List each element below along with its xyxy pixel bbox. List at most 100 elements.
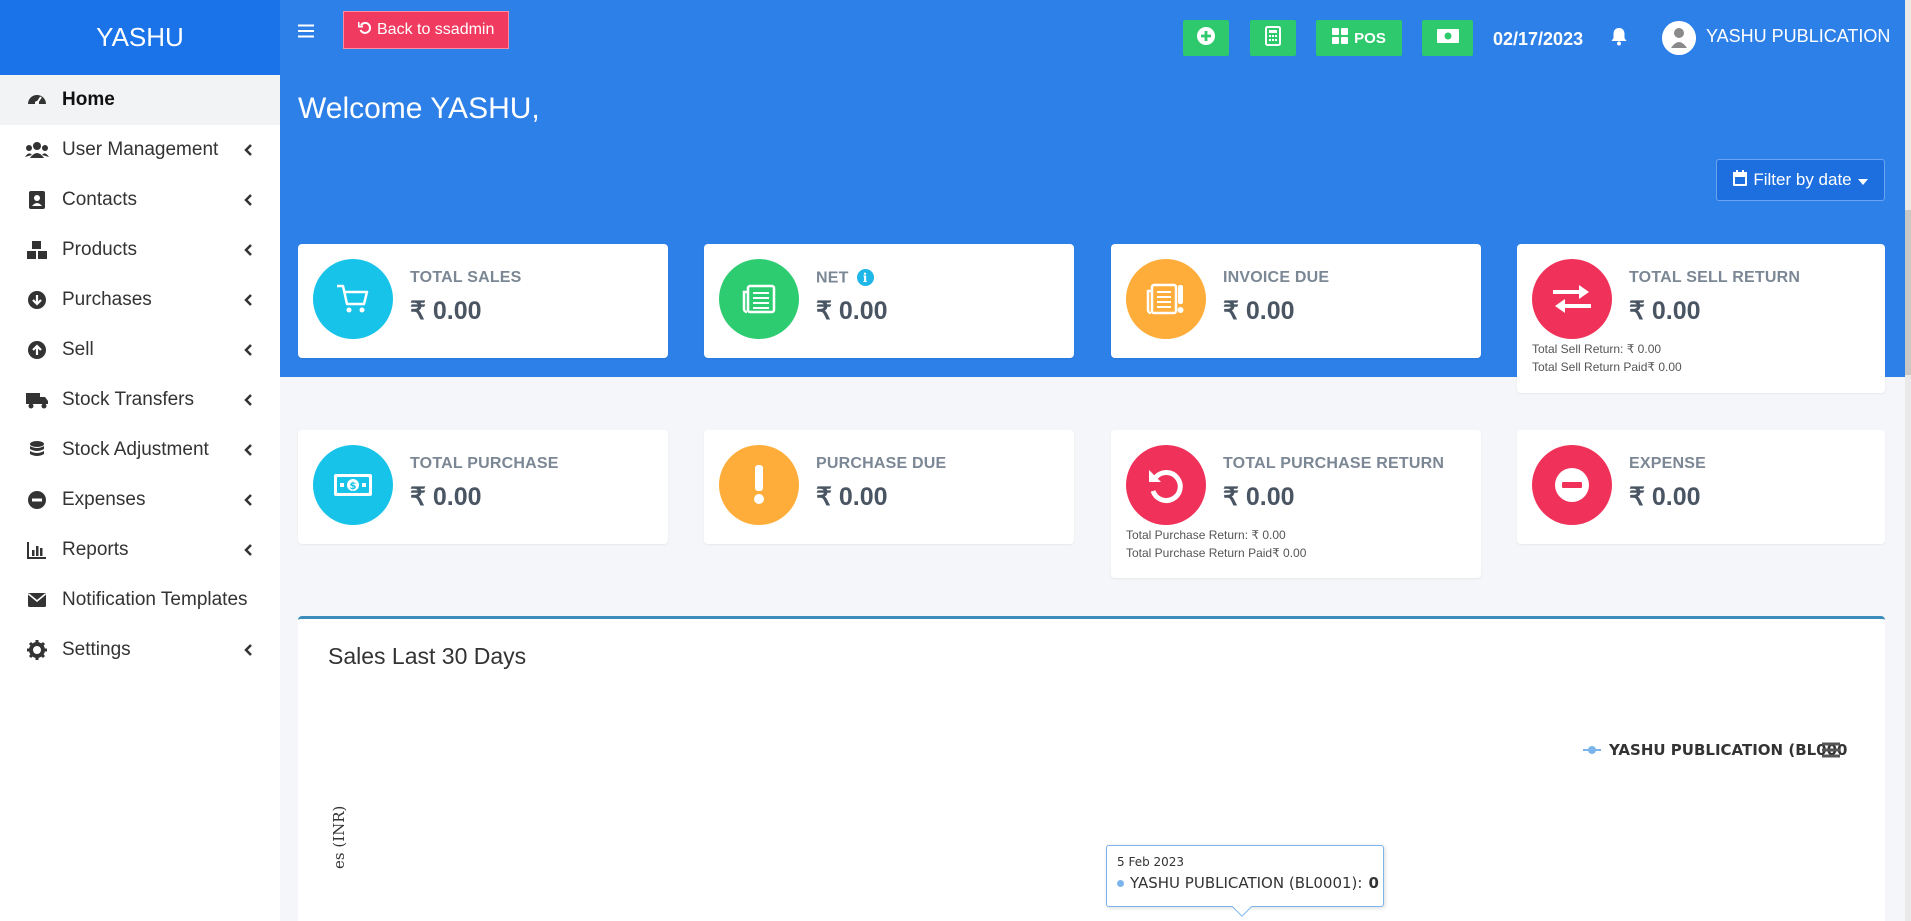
chevron-left-icon — [242, 494, 254, 506]
sidebar-item-label: Products — [62, 239, 137, 260]
minus-circle-icon — [24, 487, 50, 513]
card-value: ₹ 0.00 — [410, 483, 482, 511]
card-value: ₹ 0.00 — [1223, 297, 1295, 325]
chevron-left-icon — [242, 294, 254, 306]
card-label: EXPENSE — [1629, 455, 1706, 472]
exchange-icon — [1532, 259, 1612, 339]
sidebar-item-notification-templates[interactable]: Notification Templates — [0, 575, 280, 625]
card-label: TOTAL PURCHASE RETURN — [1223, 455, 1445, 472]
chart-menu-icon[interactable] — [1820, 741, 1842, 759]
add-button[interactable] — [1183, 20, 1229, 56]
sidebar-item-user-management[interactable]: User Management — [0, 125, 280, 175]
sales-chart-panel: Sales Last 30 Days YASHU PUBLICATION (BL… — [298, 616, 1885, 921]
users-icon — [24, 137, 50, 163]
sidebar-menu: Home User Management Contacts Products P… — [0, 75, 280, 675]
sidebar-item-label: Purchases — [62, 289, 152, 310]
card-label: PURCHASE DUE — [816, 455, 947, 472]
gear-icon — [24, 637, 50, 663]
card-value: ₹ 0.00 — [1629, 483, 1701, 511]
sidebar-item-label: Notification Templates — [62, 589, 248, 610]
scrollbar-thumb[interactable] — [1905, 210, 1911, 375]
purchase-return-note: Total Purchase Return: ₹ 0.00 — [1126, 528, 1286, 542]
sidebar-item-home[interactable]: Home — [0, 75, 280, 125]
chart-tooltip: 5 Feb 2023 YASHU PUBLICATION (BL0001): 0 — [1106, 845, 1384, 917]
y-axis-label: es (INR) — [330, 805, 348, 869]
sidebar-item-stock-adjustment[interactable]: Stock Adjustment — [0, 425, 280, 475]
series-dot-icon — [1117, 879, 1124, 887]
card-value: ₹ 0.00 — [816, 297, 888, 325]
current-date: 02/17/2023 — [1493, 29, 1584, 49]
purchase-return-paid-note: Total Purchase Return Paid₹ 0.00 — [1126, 546, 1307, 560]
total-sales-card: TOTAL SALES ₹ 0.00 — [298, 244, 668, 358]
sidebar-item-stock-transfers[interactable]: Stock Transfers — [0, 375, 280, 425]
chevron-left-icon — [242, 544, 254, 556]
sidebar-item-label: Stock Adjustment — [62, 439, 209, 460]
chevron-left-icon — [242, 444, 254, 456]
user-name[interactable]: YASHU PUBLICATION — [1706, 26, 1890, 47]
chevron-left-icon — [242, 144, 254, 156]
sidebar-item-label: Home — [62, 89, 115, 110]
legend-marker-icon — [1583, 741, 1601, 759]
sidebar-item-label: Expenses — [62, 489, 146, 510]
undo-icon — [357, 21, 372, 40]
card-label: NET i — [816, 269, 874, 288]
arrow-circle-up-icon — [24, 337, 50, 363]
sidebar-item-purchases[interactable]: Purchases — [0, 275, 280, 325]
arrow-circle-down-icon — [24, 287, 50, 313]
avatar[interactable] — [1662, 21, 1696, 55]
cash-register-button[interactable] — [1422, 20, 1473, 56]
tachometer-icon — [24, 87, 50, 113]
cubes-icon — [24, 237, 50, 263]
back-button-label: Back to ssadmin — [377, 21, 495, 38]
sell-return-note: Total Sell Return: ₹ 0.00 — [1532, 342, 1662, 356]
tooltip-series: YASHU PUBLICATION (BL0001): — [1130, 874, 1363, 892]
total-sell-return-card: TOTAL SELL RETURN ₹ 0.00 Total Sell Retu… — [1517, 244, 1885, 393]
brand-logo[interactable]: YASHU — [0, 0, 280, 75]
sidebar-item-contacts[interactable]: Contacts — [0, 175, 280, 225]
total-purchase-return-card: TOTAL PURCHASE RETURN ₹ 0.00 Total Purch… — [1111, 430, 1481, 578]
bar-chart-icon — [24, 537, 50, 563]
net-label-text: NET — [816, 269, 849, 287]
calculator-button[interactable] — [1250, 20, 1296, 56]
welcome-heading: Welcome YASHU, — [298, 92, 540, 125]
scrollbar-track[interactable] — [1905, 0, 1911, 921]
database-icon — [24, 437, 50, 463]
calendar-icon — [1733, 169, 1748, 191]
card-value: ₹ 0.00 — [410, 297, 482, 325]
filter-by-date-button[interactable]: Filter by date — [1716, 159, 1885, 201]
undo-icon — [1126, 445, 1206, 525]
chart-legend-item[interactable]: YASHU PUBLICATION (BL000 — [1583, 741, 1848, 759]
sidebar-item-label: Reports — [62, 539, 129, 560]
invoice-warning-icon — [1126, 259, 1206, 339]
cart-icon — [313, 259, 393, 339]
chevron-left-icon — [242, 644, 254, 656]
chevron-left-icon — [242, 394, 254, 406]
tooltip-date: 5 Feb 2023 — [1117, 855, 1185, 869]
pos-button[interactable]: POS — [1316, 20, 1402, 56]
back-to-admin-button[interactable]: Back to ssadmin — [343, 11, 510, 49]
total-purchase-card: $ TOTAL PURCHASE ₹ 0.00 — [298, 430, 668, 544]
bell-icon[interactable] — [1610, 26, 1630, 46]
chevron-left-icon — [242, 344, 254, 356]
info-icon[interactable]: i — [856, 269, 874, 286]
chevron-left-icon — [242, 194, 254, 206]
filter-label: Filter by date — [1753, 170, 1852, 189]
sidebar-item-sell[interactable]: Sell — [0, 325, 280, 375]
sidebar-item-settings[interactable]: Settings — [0, 625, 280, 675]
sidebar: YASHU Home User Management Contacts Prod… — [0, 0, 280, 921]
sidebar-item-expenses[interactable]: Expenses — [0, 475, 280, 525]
sidebar-item-label: Contacts — [62, 189, 137, 210]
hamburger-menu-icon[interactable] — [298, 24, 318, 44]
sidebar-item-products[interactable]: Products — [0, 225, 280, 275]
money-bill-icon — [1436, 28, 1460, 48]
sidebar-item-reports[interactable]: Reports — [0, 525, 280, 575]
card-label: TOTAL SELL RETURN — [1629, 269, 1801, 286]
plus-circle-icon — [1196, 26, 1216, 50]
envelope-icon — [24, 587, 50, 613]
sell-return-paid-note: Total Sell Return Paid₹ 0.00 — [1532, 360, 1682, 374]
address-book-icon — [24, 187, 50, 213]
expense-card: EXPENSE ₹ 0.00 — [1517, 430, 1885, 544]
chart-title: Sales Last 30 Days — [328, 643, 527, 669]
newspaper-icon — [719, 259, 799, 339]
chevron-left-icon — [242, 244, 254, 256]
